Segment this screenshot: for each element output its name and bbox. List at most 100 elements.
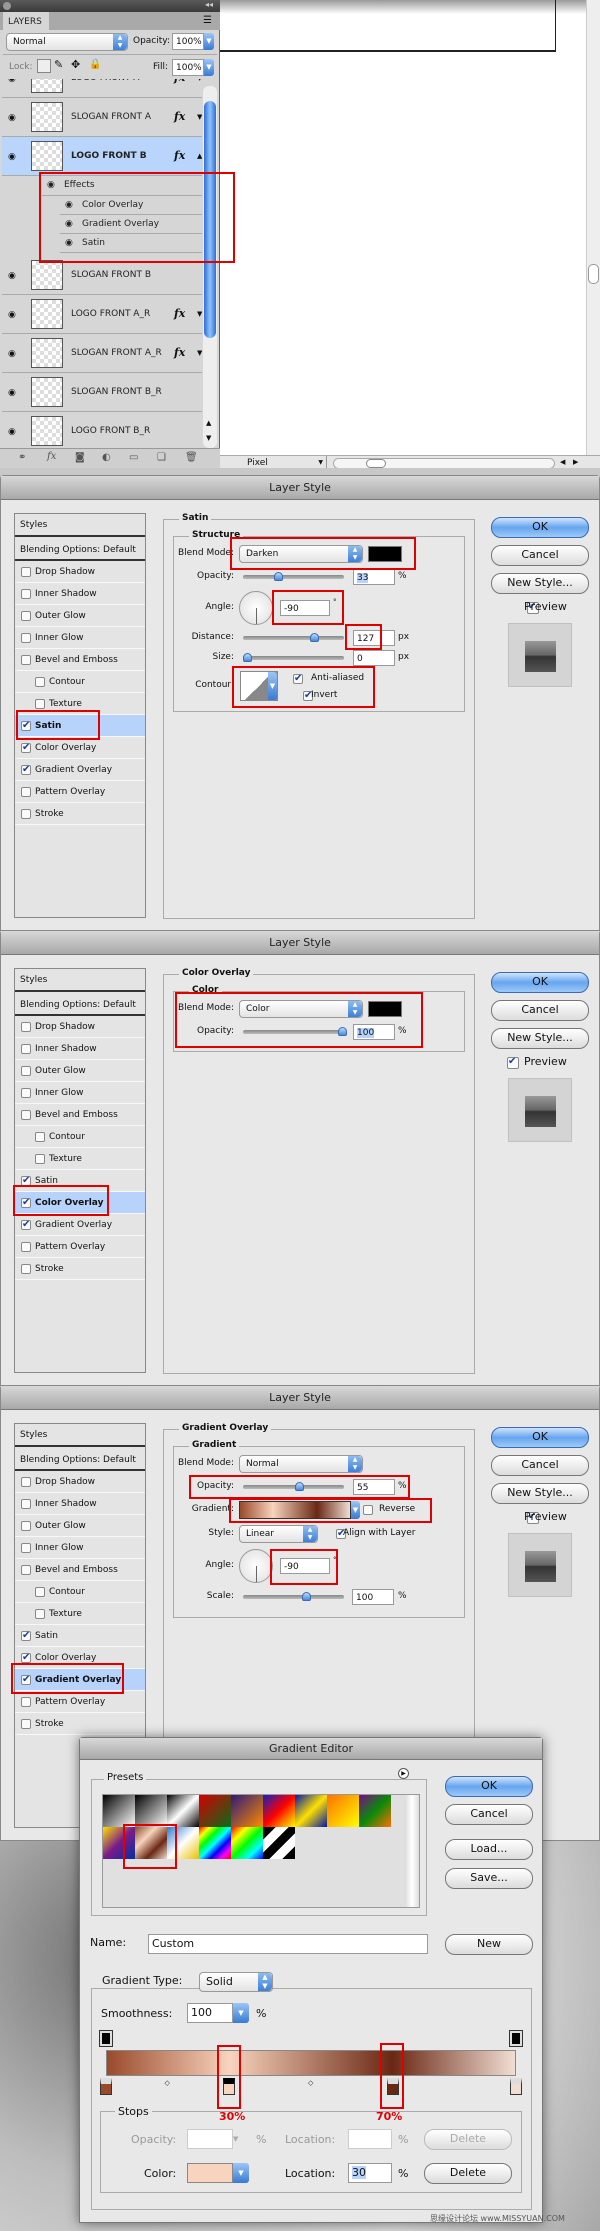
- layer-row[interactable]: ◉ LOGO FRONT A_R fx ▼: [2, 295, 202, 334]
- fill-dropdown-icon[interactable]: ▼: [204, 59, 214, 76]
- gradient-preset[interactable]: [199, 1795, 231, 1827]
- smoothness-dropdown-icon[interactable]: ▼: [233, 2003, 249, 2023]
- style-item-texture[interactable]: Texture: [15, 693, 145, 715]
- style-item-color-overlay[interactable]: ✔ Color Overlay: [15, 737, 145, 759]
- stop-color-swatch[interactable]: [187, 2163, 233, 2183]
- scale-input[interactable]: 100: [352, 1589, 394, 1605]
- gradient-preset[interactable]: [327, 1795, 359, 1827]
- checkbox[interactable]: ✔: [21, 1630, 31, 1641]
- style-item-inner-shadow[interactable]: Inner Shadow: [15, 1493, 145, 1515]
- style-item-satin[interactable]: ✔ Satin: [15, 1170, 145, 1192]
- new-style-button[interactable]: New Style...: [491, 573, 589, 594]
- slider-knob[interactable]: [338, 1027, 347, 1036]
- eye-icon[interactable]: ◉: [65, 219, 73, 229]
- ok-button[interactable]: OK: [445, 1776, 533, 1797]
- style-item-satin[interactable]: ✔ Satin: [15, 715, 145, 737]
- eye-icon[interactable]: ◉: [8, 427, 22, 437]
- style-item-color-overlay[interactable]: ✔ Color Overlay: [15, 1192, 145, 1214]
- fx-icon[interactable]: fx: [174, 307, 185, 320]
- preview-checkbox[interactable]: ✔: [507, 1057, 519, 1069]
- styles-header[interactable]: Styles: [15, 969, 145, 992]
- delete-color-stop-button[interactable]: Delete: [424, 2163, 512, 2184]
- checkbox[interactable]: [21, 654, 31, 665]
- panel-menu-icon[interactable]: ☰: [203, 15, 212, 26]
- checkbox[interactable]: ✔: [21, 1674, 31, 1685]
- angle-input[interactable]: -90: [280, 1558, 330, 1574]
- eye-icon[interactable]: ◉: [8, 113, 22, 123]
- cancel-button[interactable]: Cancel: [491, 545, 589, 566]
- slider-knob[interactable]: [274, 572, 284, 581]
- blending-options-item[interactable]: Blending Options: Default: [15, 1449, 145, 1471]
- presets-menu-icon[interactable]: ▶: [398, 1768, 409, 1779]
- checkbox[interactable]: ✔: [21, 1219, 31, 1230]
- cancel-button[interactable]: Cancel: [491, 1000, 589, 1021]
- opacity-input[interactable]: 100: [353, 1024, 395, 1040]
- size-input[interactable]: 0: [353, 650, 395, 666]
- effect-row[interactable]: ◉ Color Overlay: [60, 196, 202, 215]
- style-item-bevel-and-emboss[interactable]: Bevel and Emboss: [15, 1104, 145, 1126]
- style-item-inner-glow[interactable]: Inner Glow: [15, 1537, 145, 1559]
- distance-slider[interactable]: [243, 633, 344, 642]
- checkbox[interactable]: [21, 632, 31, 643]
- new-layer-icon[interactable]: ❏: [157, 452, 166, 463]
- fill-input[interactable]: 100%: [172, 59, 204, 76]
- style-select[interactable]: Linear ▲ ▼: [239, 1525, 318, 1543]
- gradient-preset[interactable]: [103, 1827, 135, 1859]
- link-layers-icon[interactable]: ⚭: [18, 452, 26, 463]
- layer-row[interactable]: ◉ LOGO FRONT A fx ▼: [2, 79, 202, 98]
- expand-effects-icon[interactable]: ▼: [197, 310, 202, 318]
- checkbox[interactable]: [35, 1131, 45, 1142]
- style-item-stroke[interactable]: Stroke: [15, 1713, 145, 1735]
- style-item-texture[interactable]: Texture: [15, 1148, 145, 1170]
- style-item-color-overlay[interactable]: ✔ Color Overlay: [15, 1647, 145, 1669]
- add-mask-icon[interactable]: ◙: [75, 452, 85, 463]
- scroll-left-icon[interactable]: ◀: [560, 458, 565, 466]
- cancel-button[interactable]: Cancel: [445, 1804, 533, 1825]
- checkbox[interactable]: [21, 588, 31, 599]
- checkbox[interactable]: [35, 698, 45, 709]
- style-item-texture[interactable]: Texture: [15, 1603, 145, 1625]
- expand-effects-icon[interactable]: ▼: [197, 79, 202, 82]
- color-stop[interactable]: [387, 2078, 399, 2095]
- checkbox[interactable]: [21, 1564, 31, 1575]
- contour-dropdown-icon[interactable]: ▼: [268, 672, 277, 700]
- scroll-thumb[interactable]: [366, 459, 386, 468]
- style-item-contour[interactable]: Contour: [15, 1581, 145, 1603]
- expand-effects-icon[interactable]: ▼: [197, 349, 202, 357]
- gradient-preset[interactable]: [231, 1827, 263, 1859]
- checkbox[interactable]: [21, 1542, 31, 1553]
- checkbox[interactable]: ✔: [21, 1197, 31, 1208]
- presets-scrollbar[interactable]: [405, 1795, 419, 1907]
- style-item-outer-glow[interactable]: Outer Glow: [15, 1515, 145, 1537]
- opacity-stop[interactable]: [509, 2030, 523, 2047]
- save-button[interactable]: Save...: [445, 1868, 533, 1889]
- style-item-inner-shadow[interactable]: Inner Shadow: [15, 583, 145, 605]
- gradient-preset[interactable]: [263, 1827, 295, 1859]
- checkbox[interactable]: [21, 610, 31, 621]
- effects-row[interactable]: ◉ Effects: [42, 176, 202, 196]
- style-item-stroke[interactable]: Stroke: [15, 803, 145, 825]
- checkbox[interactable]: [21, 1498, 31, 1509]
- gradient-preset[interactable]: [167, 1795, 199, 1827]
- scroll-down-icon[interactable]: ▼: [206, 434, 211, 442]
- style-item-inner-glow[interactable]: Inner Glow: [15, 1082, 145, 1104]
- checkbox[interactable]: [21, 1696, 31, 1707]
- anti-aliased-checkbox[interactable]: ✔: [293, 674, 303, 684]
- angle-dial[interactable]: [239, 591, 273, 625]
- new-style-button[interactable]: New Style...: [491, 1028, 589, 1049]
- cancel-button[interactable]: Cancel: [491, 1455, 589, 1476]
- checkbox[interactable]: ✔: [21, 742, 31, 753]
- expand-effects-icon[interactable]: ▼: [197, 113, 202, 121]
- gradient-preset[interactable]: [135, 1827, 167, 1859]
- eye-icon[interactable]: ◉: [65, 200, 73, 210]
- checkbox[interactable]: [21, 1021, 31, 1032]
- layer-row[interactable]: ◉ SLOGAN FRONT B: [2, 256, 202, 295]
- style-item-pattern-overlay[interactable]: Pattern Overlay: [15, 1236, 145, 1258]
- checkbox[interactable]: [21, 1718, 31, 1729]
- checkbox[interactable]: ✔: [21, 1652, 31, 1663]
- gradient-preset[interactable]: [167, 1827, 199, 1859]
- checkbox[interactable]: [21, 1109, 31, 1120]
- gradient-preset[interactable]: [295, 1795, 327, 1827]
- lock-transparent-icon[interactable]: [37, 59, 51, 73]
- slider-knob[interactable]: [301, 1592, 311, 1601]
